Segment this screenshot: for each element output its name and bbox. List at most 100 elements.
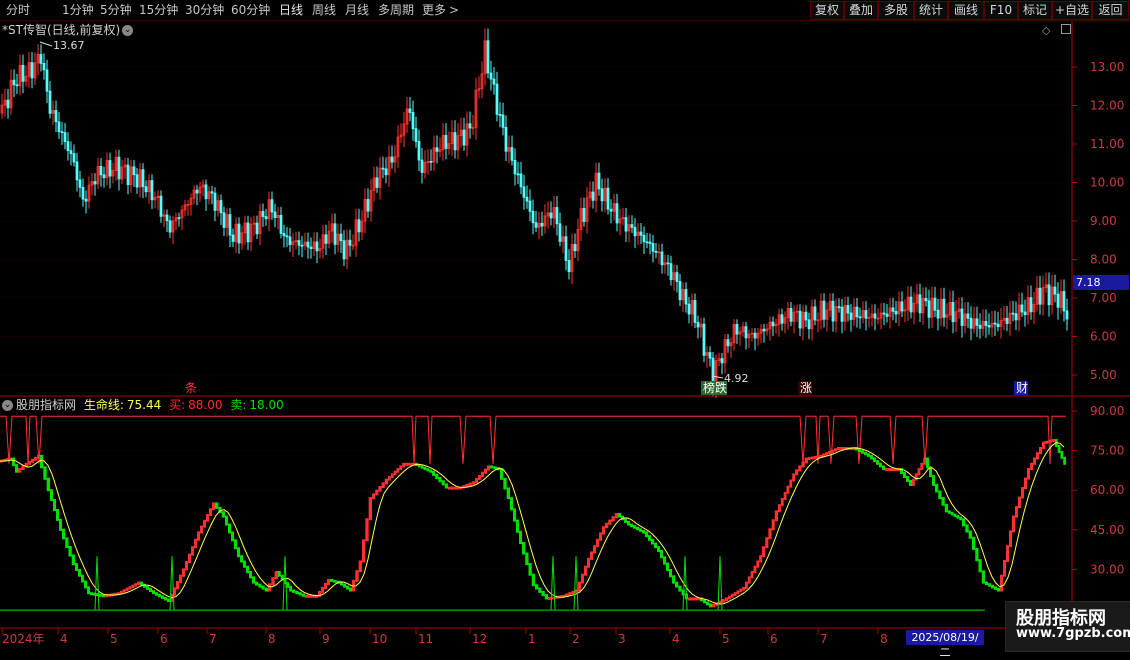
oscillator-bar: [709, 603, 712, 608]
candle-body: [642, 234, 646, 243]
oscillator-bar: [953, 513, 957, 518]
oscillator-bar: [146, 585, 149, 590]
diamond-icon[interactable]: ◇: [1042, 24, 1050, 37]
oscillator-bar: [912, 478, 915, 486]
oscillator-bar: [994, 586, 997, 590]
oscillator-bar: [343, 583, 346, 588]
candle-body: [753, 332, 757, 339]
date-tick-label: 7: [209, 632, 217, 646]
candle-body: [558, 223, 562, 242]
oscillator-bar: [274, 571, 278, 580]
candle-body: [639, 231, 643, 236]
oscillator-bar: [605, 522, 609, 529]
candle-body: [357, 219, 361, 233]
oscillator-bar: [209, 508, 212, 517]
candle-body: [606, 187, 610, 210]
oscillator-bar: [128, 586, 132, 590]
oscillator-bar: [694, 597, 697, 601]
oscillator-bar: [1060, 450, 1064, 459]
chart-canvas[interactable]: 13.00 12.00 11.00 10.00 9.00 8.00 7.00 6.00 5.00…: [0, 0, 1130, 650]
oscillator-bar: [37, 454, 40, 459]
oscillator-bar: [78, 568, 81, 577]
oscillator-bar: [1036, 452, 1039, 460]
oscillator-bar: [12, 457, 15, 467]
oscillator-bar: [948, 510, 951, 514]
candle-body: [21, 64, 25, 82]
indicator-tick-label: 60.00: [1090, 483, 1124, 497]
candle-body: [666, 262, 670, 265]
sell-signal-spike: [550, 556, 556, 611]
candle-body: [864, 310, 868, 319]
oscillator-bar: [608, 519, 612, 525]
candle-body: [144, 186, 148, 193]
oscillator-bar: [840, 446, 843, 450]
candle-body: [531, 210, 535, 224]
candle-body: [630, 224, 634, 228]
oscillator-bar: [215, 502, 219, 509]
candle-body: [168, 220, 172, 233]
candle-body: [261, 210, 265, 217]
panel-toggle-icon[interactable]: [1061, 24, 1071, 34]
oscillator-bar: [225, 515, 228, 526]
sell-signal-spike: [573, 556, 579, 611]
candle-body: [339, 233, 343, 242]
oscillator-bar: [825, 452, 828, 456]
oscillator-bar: [762, 546, 766, 558]
oscillator-bar: [780, 498, 784, 507]
candle-body: [591, 191, 595, 201]
price-tick-label: 12.00: [1090, 99, 1124, 113]
oscillator-bar: [161, 595, 164, 599]
oscillator-bar: [84, 580, 87, 589]
oscillator-bar: [795, 469, 799, 476]
oscillator-bar: [243, 560, 246, 568]
price-tick-label: 9.00: [1090, 214, 1117, 228]
candle-body: [135, 174, 139, 188]
candle-body: [324, 234, 328, 244]
oscillator-bar: [765, 537, 769, 549]
candle-body: [435, 147, 439, 152]
oscillator-bar: [926, 457, 929, 469]
date-tick-label: 4: [672, 632, 680, 646]
candle-body: [708, 352, 712, 359]
oscillator-bar: [522, 542, 526, 555]
oscillator-bar: [972, 536, 976, 550]
oscillator-bar: [65, 537, 69, 548]
oscillator-bar: [53, 499, 56, 511]
oscillator-bar: [40, 454, 44, 469]
oscillator-bar: [630, 523, 633, 528]
candle-body: [306, 241, 310, 248]
oscillator-bar: [122, 589, 126, 593]
candle-body: [564, 236, 568, 261]
oscillator-bar: [906, 476, 909, 482]
candle-body: [126, 164, 130, 186]
oscillator-bar: [578, 581, 581, 592]
oscillator-bar: [759, 555, 762, 563]
date-tick-label: 9: [322, 632, 330, 646]
oscillator-bar: [730, 593, 734, 598]
oscillator-bar: [997, 587, 1000, 592]
candle-body: [222, 212, 226, 228]
oscillator-bar: [639, 528, 642, 532]
oscillator-bar: [541, 590, 545, 597]
candle-body: [1053, 286, 1057, 295]
price-tick-label: 13.00: [1090, 60, 1124, 74]
candle-body: [1023, 311, 1027, 316]
oscillator-bar: [478, 474, 481, 481]
oscillator-bar: [423, 466, 427, 471]
oscillator-bar: [149, 587, 152, 593]
oscillator-bar: [240, 555, 243, 563]
indicator-tick-label: 45.00: [1090, 523, 1124, 537]
oscillator-bar: [688, 597, 691, 601]
candle-body: [720, 358, 724, 364]
candle-body: [210, 191, 214, 194]
candle-body: [15, 84, 19, 87]
candle-body: [771, 321, 775, 327]
price-tick-label: 6.00: [1090, 330, 1117, 344]
oscillator-bar: [516, 519, 519, 533]
candle-body: [780, 314, 784, 324]
oscillator-bar: [778, 504, 781, 513]
oscillator-bar: [651, 538, 654, 545]
oscillator-bar: [938, 490, 942, 500]
oscillator-bar: [837, 446, 840, 451]
candle-body: [150, 180, 154, 201]
